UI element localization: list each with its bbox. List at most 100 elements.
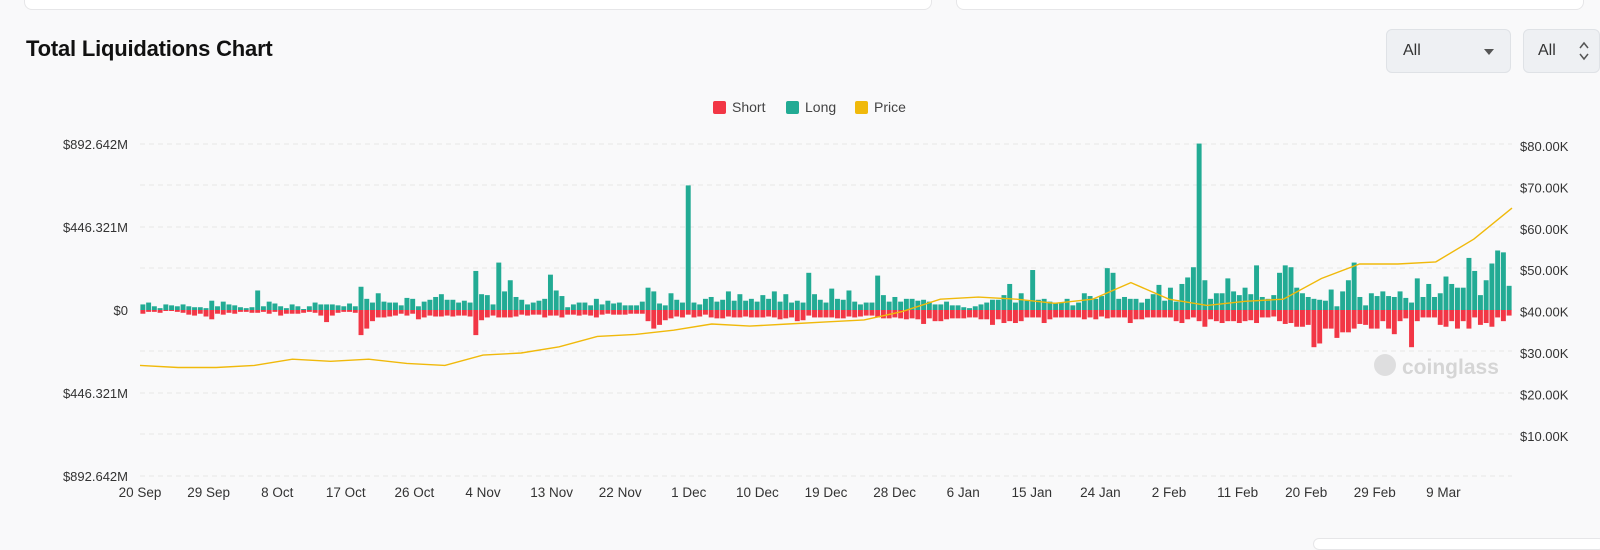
long-bar[interactable] [731, 300, 737, 310]
short-bar[interactable] [146, 310, 152, 312]
long-bar[interactable] [760, 295, 766, 310]
short-bar[interactable] [272, 310, 278, 312]
short-bar[interactable] [1495, 310, 1501, 318]
short-bar[interactable] [754, 310, 760, 318]
long-bar[interactable] [525, 304, 530, 310]
long-bar[interactable] [1081, 293, 1087, 310]
short-bar[interactable] [766, 310, 772, 317]
long-bar[interactable] [215, 306, 220, 310]
short-bar[interactable] [513, 310, 519, 317]
long-bar[interactable] [507, 280, 513, 310]
long-bar[interactable] [1437, 293, 1443, 310]
short-bar[interactable] [599, 310, 605, 315]
short-bar[interactable] [1024, 310, 1030, 318]
short-bar[interactable] [668, 310, 674, 319]
long-bar[interactable] [972, 306, 978, 310]
long-bar[interactable] [352, 306, 358, 310]
long-bar[interactable] [1156, 284, 1162, 310]
long-bar[interactable] [754, 301, 760, 310]
short-bar[interactable] [852, 310, 858, 318]
long-bar[interactable] [473, 270, 479, 310]
short-bar[interactable] [1277, 310, 1282, 322]
short-bar[interactable] [404, 310, 410, 316]
short-bar[interactable] [1432, 310, 1437, 318]
short-bar[interactable] [1145, 310, 1150, 318]
short-bar[interactable] [972, 310, 978, 318]
short-bar[interactable] [163, 310, 169, 311]
short-bar[interactable] [140, 310, 146, 314]
long-bar[interactable] [1070, 305, 1076, 310]
short-bar[interactable] [760, 310, 766, 318]
long-bar[interactable] [197, 307, 203, 310]
long-bar[interactable] [1012, 302, 1018, 310]
short-bar[interactable] [398, 310, 404, 314]
short-bar[interactable] [949, 310, 955, 319]
long-bar[interactable] [381, 301, 387, 310]
short-bar[interactable] [1391, 310, 1397, 335]
long-bar[interactable] [450, 299, 456, 310]
long-bar[interactable] [949, 305, 955, 310]
short-bar[interactable] [169, 310, 175, 311]
long-bar[interactable] [295, 306, 301, 310]
short-bar[interactable] [1443, 310, 1449, 327]
long-bar[interactable] [903, 298, 909, 310]
long-bar[interactable] [553, 290, 559, 310]
long-bar[interactable] [496, 262, 502, 310]
long-bar[interactable] [306, 306, 312, 310]
short-bar[interactable] [1500, 310, 1506, 322]
short-bar[interactable] [1254, 310, 1260, 324]
long-bar[interactable] [1477, 295, 1483, 310]
short-bar[interactable] [708, 310, 714, 318]
short-bar[interactable] [1093, 310, 1099, 320]
short-bar[interactable] [1466, 310, 1472, 329]
short-bar[interactable] [680, 310, 685, 318]
short-bar[interactable] [1208, 310, 1214, 320]
short-bar[interactable] [467, 310, 473, 317]
short-bar[interactable] [777, 310, 783, 320]
long-bar[interactable] [427, 299, 433, 310]
short-bar[interactable] [174, 310, 180, 312]
long-bar[interactable] [1248, 294, 1254, 310]
short-bar[interactable] [944, 310, 950, 320]
long-bar[interactable] [1150, 294, 1156, 310]
short-bar[interactable] [295, 310, 301, 314]
long-bar[interactable] [1305, 296, 1311, 310]
short-bar[interactable] [1489, 310, 1495, 327]
long-bar[interactable] [536, 300, 542, 310]
short-bar[interactable] [639, 310, 645, 314]
long-bar[interactable] [1099, 296, 1105, 310]
long-bar[interactable] [392, 302, 398, 310]
long-bar[interactable] [1225, 278, 1231, 310]
long-bar[interactable] [1414, 278, 1420, 310]
long-bar[interactable] [1001, 295, 1007, 310]
long-bar[interactable] [685, 185, 691, 310]
short-bar[interactable] [1139, 310, 1145, 320]
legend-price-label[interactable]: Price [874, 99, 906, 115]
short-bar[interactable] [880, 310, 886, 319]
long-bar[interactable] [702, 298, 708, 310]
long-bar[interactable] [794, 300, 800, 310]
short-bar[interactable] [444, 310, 450, 316]
short-bar[interactable] [370, 310, 375, 322]
long-bar[interactable] [1271, 295, 1277, 310]
long-bar[interactable] [1483, 280, 1489, 310]
long-bar[interactable] [209, 300, 215, 310]
long-bar[interactable] [415, 306, 421, 310]
long-bar[interactable] [1426, 283, 1432, 310]
short-bar[interactable] [358, 310, 364, 336]
short-bar[interactable] [306, 310, 312, 312]
short-bar[interactable] [955, 310, 961, 319]
long-bar[interactable] [662, 305, 668, 310]
short-bar[interactable] [1116, 310, 1122, 318]
long-bar[interactable] [301, 309, 307, 310]
long-bar[interactable] [697, 304, 703, 310]
long-bar[interactable] [1076, 302, 1082, 310]
long-bar[interactable] [800, 302, 806, 310]
short-bar[interactable] [450, 310, 456, 317]
short-bar[interactable] [634, 310, 640, 314]
short-bar[interactable] [507, 310, 513, 318]
long-bar[interactable] [875, 275, 881, 310]
short-bar[interactable] [605, 310, 611, 314]
long-bar[interactable] [714, 301, 720, 310]
short-bar[interactable] [1282, 310, 1288, 324]
